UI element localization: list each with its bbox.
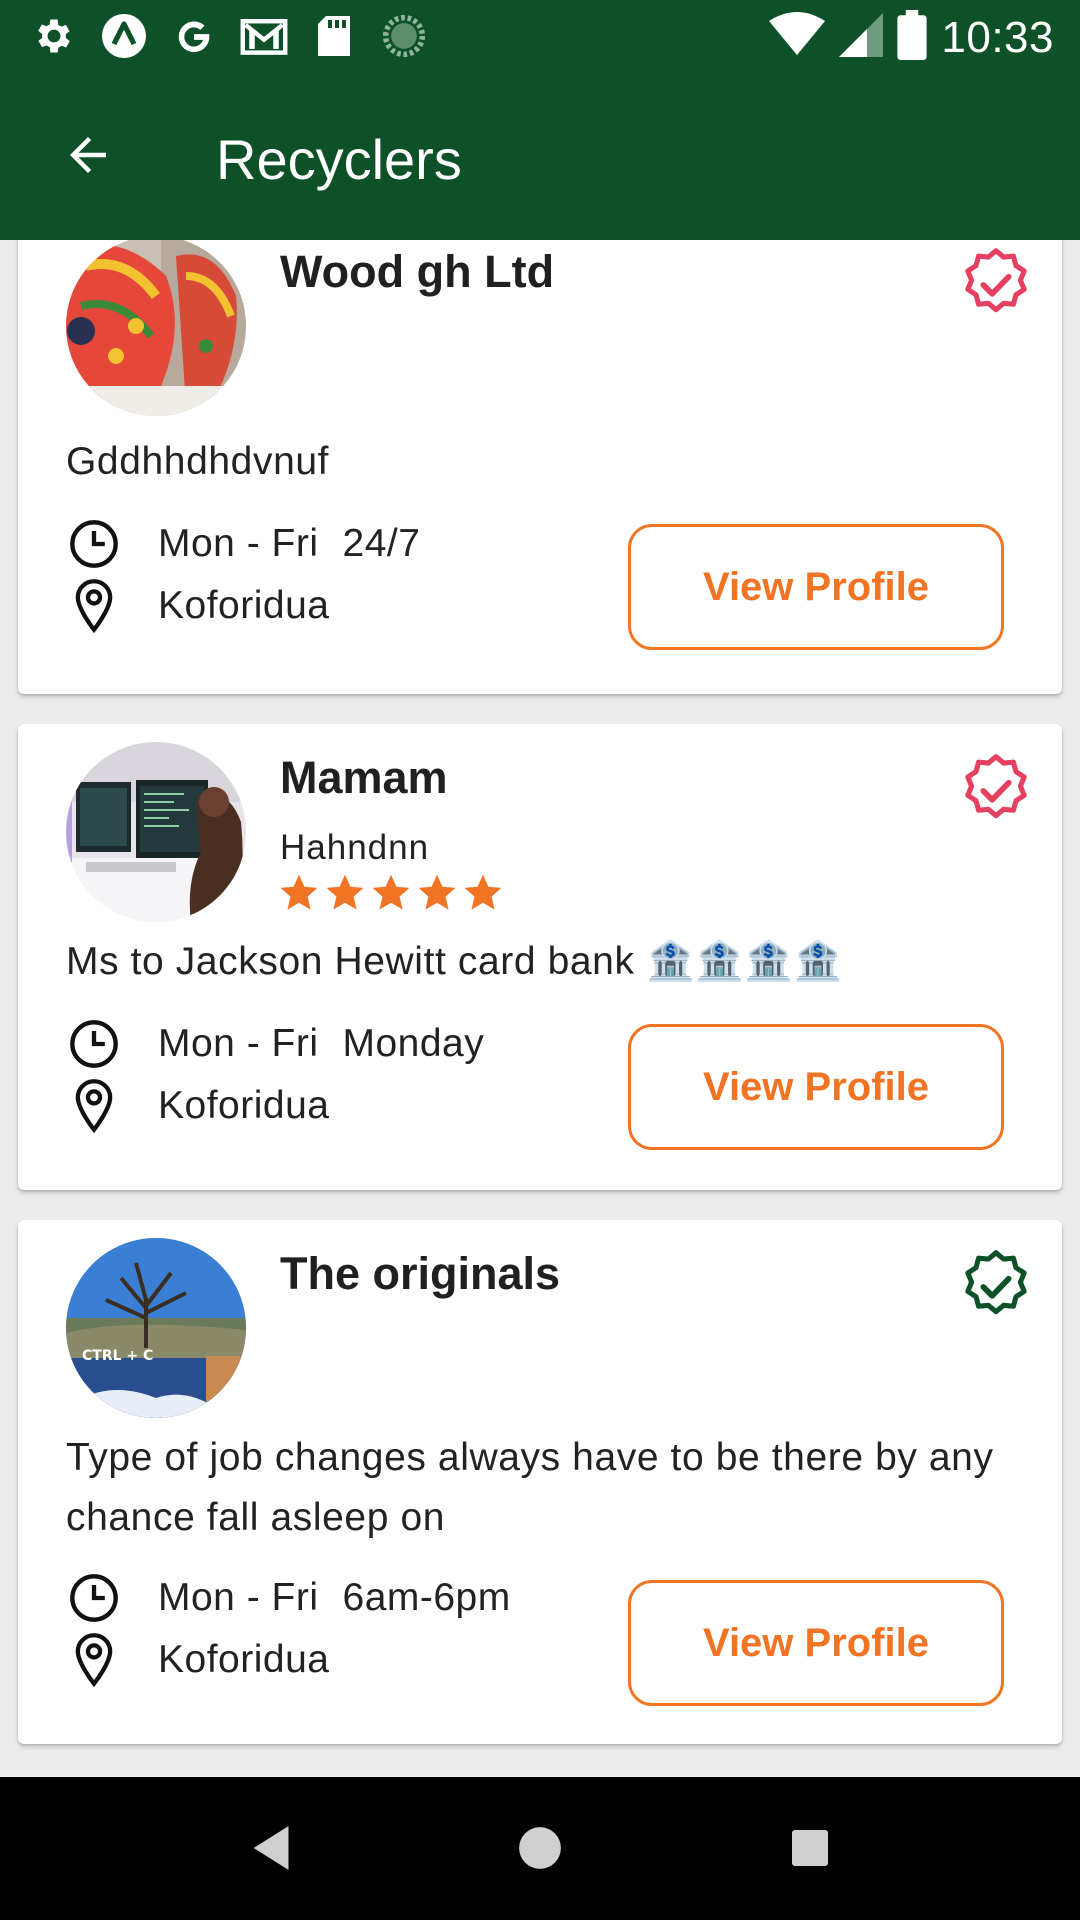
recycler-description: Type of job changes always have to be th… — [66, 1436, 994, 1539]
system-nav-bar — [0, 1777, 1080, 1920]
avatar — [66, 240, 246, 416]
star-icon — [280, 874, 318, 910]
location-pin-icon — [66, 1632, 122, 1688]
status-time: 10:33 — [941, 12, 1054, 62]
view-profile-button[interactable]: View Profile — [628, 524, 1004, 650]
nav-recents-icon[interactable] — [775, 1813, 845, 1883]
days-text: Mon - Fri — [158, 522, 319, 565]
avatar — [66, 742, 246, 922]
arrow-circle-icon — [100, 12, 148, 60]
nav-back-icon[interactable] — [236, 1813, 306, 1883]
nav-home-icon[interactable] — [505, 1813, 575, 1883]
verified-badge-icon — [958, 1248, 1034, 1324]
recycler-name: The originals — [280, 1248, 561, 1299]
clock-icon — [66, 1016, 122, 1072]
app-bar: Recyclers — [0, 75, 1080, 240]
star-icon — [464, 874, 502, 910]
sd-card-icon — [310, 12, 358, 60]
battery-icon — [897, 10, 927, 65]
wifi-icon — [769, 12, 826, 63]
clock-icon — [66, 1570, 122, 1626]
verified-badge-icon — [958, 752, 1034, 828]
loading-icon — [380, 12, 428, 60]
rating-stars — [278, 872, 504, 914]
days-text: Mon - Fri — [158, 1576, 319, 1619]
page-title: Recyclers — [216, 128, 462, 191]
location-pin-icon — [66, 1078, 122, 1134]
days-text: Mon - Fri — [158, 1022, 319, 1065]
recycler-list[interactable]: Wood gh Ltd Gddhhdhdvnuf Mon - Fri 24/7 … — [0, 240, 1080, 1777]
star-icon — [418, 874, 456, 910]
verified-badge-icon — [958, 246, 1034, 322]
svg-text:CTRL + C: CTRL + C — [82, 1348, 153, 1364]
hours-row: Mon - Fri 24/7 — [66, 516, 420, 572]
recycler-card[interactable]: CTRL + C The originals Type of job chang… — [18, 1220, 1062, 1744]
location-row: Koforidua — [66, 1632, 329, 1688]
hours-text: 6am-6pm — [342, 1576, 511, 1619]
location-text: Koforidua — [158, 1084, 330, 1127]
view-profile-button[interactable]: View Profile — [628, 1580, 1004, 1706]
location-row: Koforidua — [66, 1078, 329, 1134]
star-icon — [372, 874, 410, 910]
status-bar: 10:33 — [0, 0, 1080, 75]
recycler-description: Gddhhdhdvnuf — [66, 440, 330, 483]
hours-text: 24/7 — [342, 522, 421, 565]
hours-text: Monday — [342, 1022, 485, 1065]
location-text: Koforidua — [158, 1638, 330, 1681]
view-profile-button[interactable]: View Profile — [628, 1024, 1004, 1150]
location-pin-icon — [66, 578, 122, 634]
gmail-icon — [240, 12, 288, 60]
hours-row: Mon - Fri Monday — [66, 1016, 484, 1072]
google-icon — [170, 12, 218, 60]
clock-icon — [66, 516, 122, 572]
avatar: CTRL + C — [66, 1238, 246, 1418]
recycler-card[interactable]: Mamam Hahndnn Ms to Jackson Hewitt card … — [18, 724, 1062, 1190]
recycler-name: Mamam — [280, 752, 448, 803]
settings-icon — [30, 12, 78, 60]
location-row: Koforidua — [66, 578, 329, 634]
recycler-description: Ms to Jackson Hewitt card bank 🏦🏦🏦🏦 — [66, 940, 843, 983]
star-icon — [326, 874, 364, 910]
location-text: Koforidua — [158, 584, 330, 627]
recycler-name: Wood gh Ltd — [280, 246, 555, 297]
hours-row: Mon - Fri 6am-6pm — [66, 1570, 511, 1626]
signal-icon — [839, 12, 884, 63]
back-arrow-icon[interactable] — [48, 115, 128, 195]
recycler-subtitle: Hahndnn — [280, 828, 430, 867]
recycler-card[interactable]: Wood gh Ltd Gddhhdhdvnuf Mon - Fri 24/7 … — [18, 240, 1062, 694]
